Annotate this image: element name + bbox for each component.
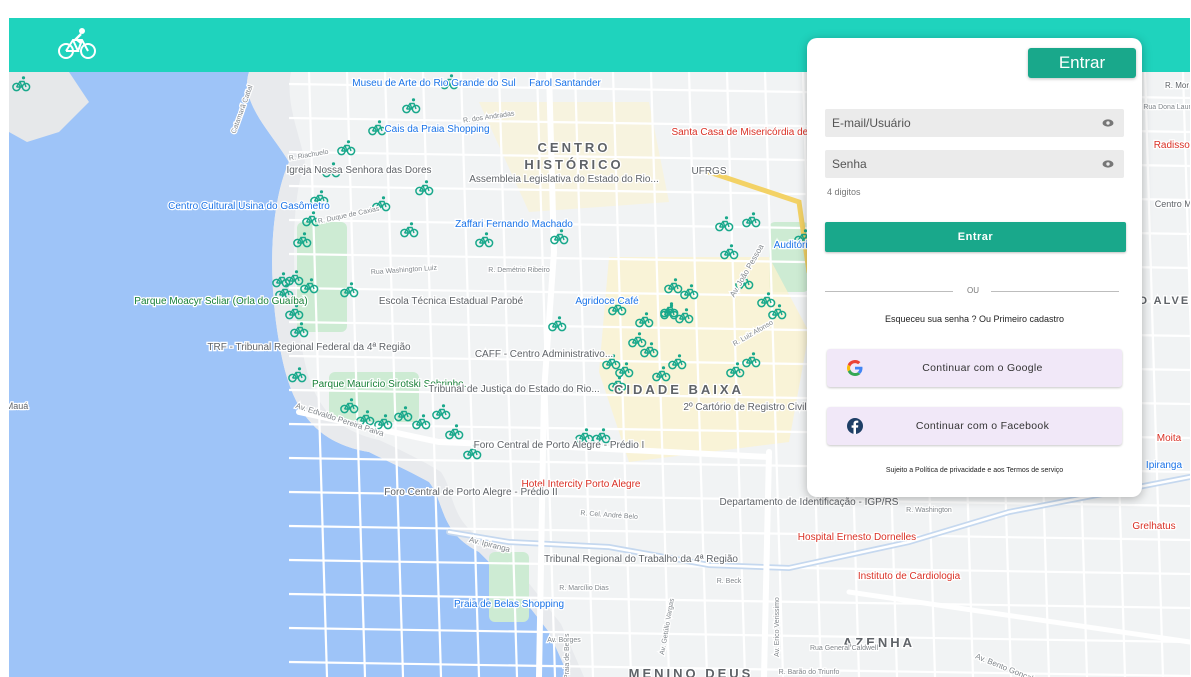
place-label: Foro Central de Porto Alegre - Prédio I bbox=[474, 440, 645, 451]
place-label: Cais da Praia Shopping bbox=[384, 124, 489, 135]
street-label: R. Marcílio Dias bbox=[559, 585, 609, 592]
street-label: Av. Borges bbox=[547, 637, 581, 644]
eye-icon[interactable] bbox=[1102, 118, 1114, 128]
login-top-button[interactable]: Entrar bbox=[1028, 48, 1136, 78]
street-label: Av. Erico Verissimo bbox=[774, 597, 781, 657]
place-label: Parque Moacyr Scliar (Orla do Guaíba) bbox=[134, 296, 307, 307]
district-label: O ALVES bbox=[1138, 295, 1190, 307]
place-label: CAFF - Centro Administrativo... bbox=[475, 349, 613, 360]
email-field[interactable]: E-mail/Usuário bbox=[825, 109, 1124, 137]
place-label: Centro Met bbox=[1155, 199, 1190, 209]
place-label: Grelhatus bbox=[1132, 521, 1175, 532]
street-label: Rua General Caldwell bbox=[810, 645, 879, 652]
terms-text: Sujeito a Política de privacidade e aos … bbox=[885, 467, 1064, 474]
forgot-password-link[interactable]: Esqueceu sua senha ? Ou Primeiro cadastr… bbox=[807, 314, 1142, 324]
district-label: CENTRO bbox=[538, 140, 611, 155]
email-placeholder: E-mail/Usuário bbox=[832, 116, 911, 130]
place-label: Hospital Ernesto Dornelles bbox=[798, 532, 916, 543]
google-button-label: Continuar com o Google bbox=[922, 362, 1043, 374]
password-hint: 4 digitos bbox=[827, 187, 861, 197]
street-label: R. Washington bbox=[906, 507, 952, 514]
facebook-login-button[interactable]: Continuar com o Facebook bbox=[827, 407, 1122, 445]
street-label: R. Beck bbox=[717, 578, 742, 585]
place-label: UFRGS bbox=[692, 166, 727, 177]
street-label: R. Demétrio Ribeiro bbox=[488, 267, 550, 274]
place-label: Instituto de Cardiologia bbox=[858, 571, 961, 582]
place-label: Escola Técnica Estadual Parobé bbox=[379, 296, 524, 307]
place-label: Tribunal de Justiça do Estado do Rio... bbox=[428, 384, 599, 395]
place-label: Igreja Nossa Senhora das Dores bbox=[286, 165, 431, 176]
or-divider: OU bbox=[825, 286, 1119, 296]
place-label: Centro Cultural Usina do Gasômetro bbox=[168, 201, 330, 212]
street-label: Rua Dona Laura bbox=[1143, 104, 1190, 111]
district-label: MENINO DEUS bbox=[629, 666, 754, 677]
place-label: Agridoce Café bbox=[575, 296, 639, 307]
divider-label: OU bbox=[967, 286, 979, 295]
place-label: 2º Cartório de Registro Civil bbox=[683, 402, 806, 413]
place-label: Foro Central de Porto Alegre - Prédio II bbox=[384, 487, 557, 498]
place-label: Santa Casa de Misericórdia de Por bbox=[671, 127, 827, 138]
facebook-button-label: Continuar com o Facebook bbox=[915, 420, 1050, 432]
password-field[interactable]: Senha bbox=[825, 150, 1124, 178]
place-label: Radisson F bbox=[1154, 140, 1190, 151]
place-label: TRF - Tribunal Regional Federal da 4ª Re… bbox=[207, 342, 411, 353]
street-label: R. Barão do Triunfo bbox=[779, 669, 840, 676]
district-label: HISTÓRICO bbox=[524, 157, 623, 172]
place-label: R. Mor bbox=[1165, 81, 1189, 90]
place-label: Museu de Arte do Rio Grande do Sul bbox=[352, 78, 515, 89]
login-submit-button[interactable]: Entrar bbox=[825, 222, 1126, 252]
app-frame: CENTRO HISTÓRICO CIDADE BAIXA AZENHA MENINO … bbox=[9, 18, 1190, 677]
place-label: Ipiranga bbox=[1146, 460, 1183, 471]
place-label: Departamento de Identificação - IGP/RS bbox=[720, 497, 899, 508]
district-label: CIDADE BAIXA bbox=[614, 382, 744, 397]
place-label: Mauá bbox=[9, 401, 28, 411]
place-label: Tribunal Regional do Trabalho da 4ª Regi… bbox=[544, 554, 738, 565]
login-panel: Entrar E-mail/Usuário Senha 4 digitos En… bbox=[807, 38, 1142, 497]
place-label: Moita bbox=[1157, 433, 1182, 444]
place-label: Zaffari Fernando Machado bbox=[455, 219, 573, 230]
google-login-button[interactable]: Continuar com o Google bbox=[827, 349, 1122, 387]
bicycle-rider-icon[interactable] bbox=[57, 26, 97, 62]
password-placeholder: Senha bbox=[832, 157, 867, 171]
place-label: Assembleia Legislativa do Estado do Rio.… bbox=[469, 174, 659, 185]
eye-icon[interactable] bbox=[1102, 159, 1114, 169]
place-label: Praia de Belas Shopping bbox=[454, 599, 564, 610]
place-label: Farol Santander bbox=[529, 78, 601, 89]
